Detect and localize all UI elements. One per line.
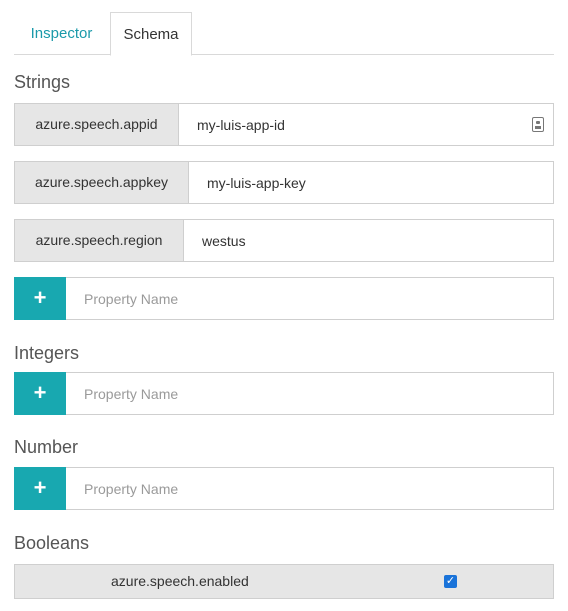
number-section-title: Number bbox=[14, 437, 79, 457]
plus-icon: + bbox=[33, 285, 47, 310]
integer-property-name-input[interactable] bbox=[66, 373, 553, 414]
boolean-property-key-label: azure.speech.enabled bbox=[111, 573, 249, 589]
id-card-icon[interactable] bbox=[532, 117, 544, 132]
property-value-input[interactable] bbox=[179, 104, 553, 145]
add-number-property-button[interactable]: + bbox=[14, 467, 66, 510]
string-property-name-input[interactable] bbox=[66, 278, 553, 319]
property-value-input[interactable] bbox=[184, 220, 553, 261]
checkmark-icon[interactable]: ✓ bbox=[444, 575, 457, 588]
tab-bar: Inspector Schema bbox=[14, 12, 554, 56]
strings-section-title: Strings bbox=[14, 72, 71, 92]
number-property-name-input[interactable] bbox=[66, 468, 553, 509]
boolean-property-row: azure.speech.enabled ✓ bbox=[14, 564, 554, 599]
integers-section-title: Integers bbox=[14, 343, 80, 363]
booleans-section-title: Booleans bbox=[14, 533, 90, 553]
add-string-property-button[interactable]: + bbox=[14, 277, 66, 320]
tab-schema[interactable]: Schema bbox=[110, 12, 192, 56]
add-integer-property-row: + bbox=[14, 372, 554, 415]
string-property-row: azure.speech.appid bbox=[14, 103, 554, 146]
property-value-wrap bbox=[179, 104, 553, 145]
add-number-property-row: + bbox=[14, 467, 554, 510]
plus-icon: + bbox=[33, 380, 47, 405]
property-value-input[interactable] bbox=[189, 162, 553, 203]
add-integer-property-button[interactable]: + bbox=[14, 372, 66, 415]
property-key-label: azure.speech.region bbox=[15, 220, 184, 261]
property-key-label: azure.speech.appkey bbox=[15, 162, 189, 203]
plus-icon: + bbox=[33, 475, 47, 500]
string-property-row: azure.speech.region bbox=[14, 219, 554, 262]
tab-inspector[interactable]: Inspector bbox=[14, 12, 109, 55]
string-property-row: azure.speech.appkey bbox=[14, 161, 554, 204]
property-key-label: azure.speech.appid bbox=[15, 104, 179, 145]
add-string-property-row: + bbox=[14, 277, 554, 320]
